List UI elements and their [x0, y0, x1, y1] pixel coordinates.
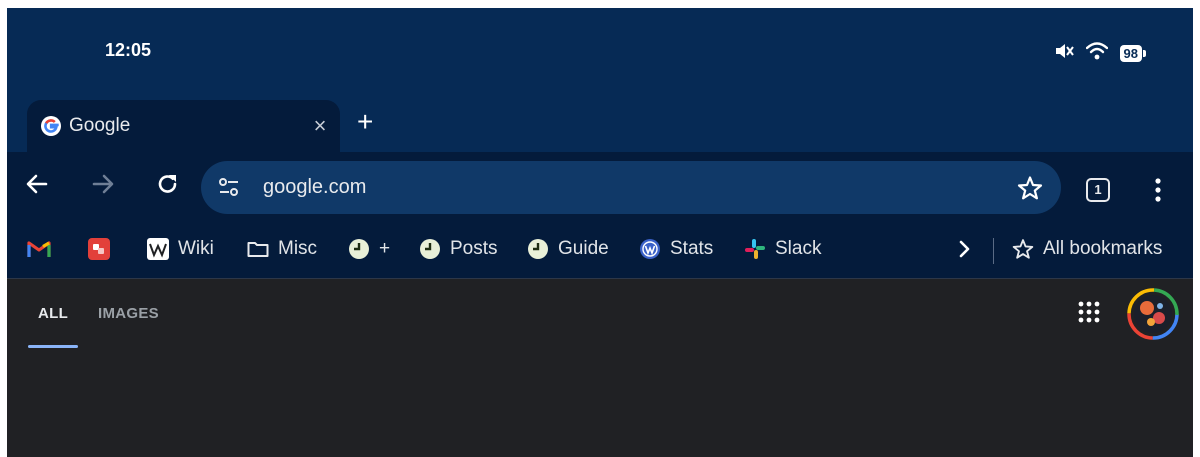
reload-button[interactable]	[152, 168, 184, 200]
wordpress-icon	[640, 239, 660, 259]
more-vert-icon[interactable]	[1150, 176, 1166, 209]
clock-icon	[420, 239, 440, 259]
bookmark-label: Misc	[278, 238, 318, 259]
clock-icon	[528, 239, 548, 259]
page-content: ALL IMAGES	[7, 278, 1193, 457]
bookmark-label: +	[379, 238, 391, 259]
bookmark-wiki[interactable]: Wiki	[147, 236, 214, 262]
selected-tab-indicator	[28, 345, 78, 348]
back-arrow-icon	[26, 174, 48, 194]
url-text[interactable]: google.com	[263, 176, 366, 199]
bookmarks-overflow-button[interactable]	[957, 236, 973, 262]
bookmark-red-app[interactable]	[88, 236, 119, 262]
star-icon[interactable]	[1017, 175, 1043, 206]
bookmark-guide[interactable]: Guide	[527, 236, 609, 262]
google-favicon-icon	[41, 116, 61, 136]
new-tab-button[interactable]: +	[357, 107, 373, 137]
bookmark-gmail[interactable]	[27, 236, 60, 262]
slack-icon	[745, 239, 765, 259]
apps-grid-icon[interactable]	[1078, 301, 1100, 328]
bookmark-plus[interactable]: +	[348, 236, 390, 262]
tab-close-button[interactable]: ×	[307, 113, 333, 139]
avatar[interactable]	[1127, 288, 1179, 340]
bookmark-stats[interactable]: Stats	[639, 236, 713, 262]
forward-arrow-icon	[92, 174, 114, 194]
status-time: 12:05	[105, 40, 152, 60]
folder-icon	[247, 242, 269, 257]
toolbar: google.com	[7, 152, 1193, 220]
bookmark-label: Guide	[558, 238, 609, 259]
omnibox[interactable]: google.com	[201, 161, 1061, 214]
browser-window: 12:05 98 Google × + google.com 1 Wiki Mi…	[7, 8, 1193, 457]
all-bookmarks-button[interactable]: All bookmarks	[1012, 236, 1162, 262]
tab-images[interactable]: IMAGES	[98, 305, 159, 322]
wikipedia-icon	[147, 238, 169, 260]
tab-all[interactable]: ALL	[38, 305, 68, 322]
bookmarks-bar: Wiki Misc + Posts Guide Stats Slack All …	[7, 220, 1193, 278]
bookmark-misc[interactable]: Misc	[247, 236, 317, 262]
all-bookmarks-label: All bookmarks	[1043, 238, 1163, 259]
mute-icon	[1054, 42, 1074, 65]
red-app-icon	[88, 238, 110, 260]
chevron-right-icon	[959, 240, 970, 258]
bookmark-label: Wiki	[178, 238, 214, 259]
battery-level: 98	[1119, 45, 1142, 62]
bookmark-label: Posts	[450, 238, 498, 259]
wifi-icon	[1085, 42, 1108, 65]
reload-icon	[158, 175, 177, 193]
tab-title: Google	[69, 115, 131, 136]
clock-icon	[349, 239, 369, 259]
tab-switcher-button[interactable]: 1	[1086, 178, 1110, 202]
bookmarks-divider	[993, 238, 994, 264]
battery-icon: 98	[1119, 45, 1146, 62]
back-button[interactable]	[21, 168, 53, 200]
site-settings-icon[interactable]	[217, 176, 241, 203]
bookmark-slack[interactable]: Slack	[744, 236, 821, 262]
status-icons: 98	[1054, 42, 1146, 65]
tab-google[interactable]: Google ×	[27, 100, 340, 152]
bookmark-label: Slack	[775, 238, 822, 259]
bookmark-posts[interactable]: Posts	[419, 236, 498, 262]
star-icon	[1012, 239, 1034, 259]
bookmark-label: Stats	[670, 238, 714, 259]
gmail-icon	[27, 241, 51, 257]
forward-button[interactable]	[87, 168, 119, 200]
battery-tip	[1143, 50, 1146, 57]
